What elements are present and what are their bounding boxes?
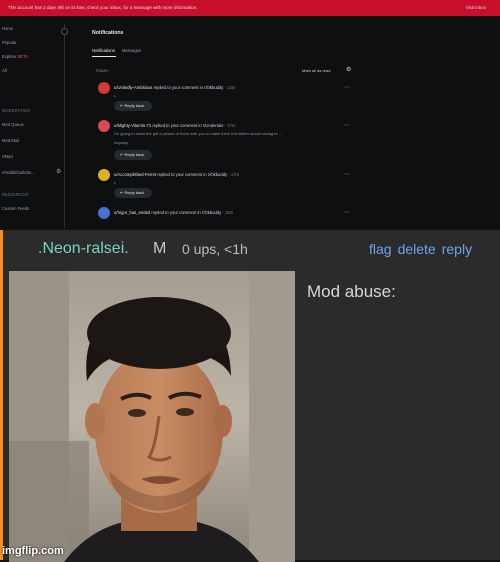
comment-text: Mod abuse: [307, 282, 396, 301]
mod-badge: M [153, 240, 167, 257]
collapse-sidebar-icon[interactable] [61, 28, 68, 35]
notification-body: L [114, 93, 117, 98]
selfie-photo [9, 271, 295, 562]
active-tab-indicator [92, 56, 116, 57]
notification-action: replied to your comment in r/Okbuddy [151, 210, 222, 215]
notification-text: u/Mighty-Vitamin-71 replied to your comm… [114, 123, 235, 128]
sidebar-item-all[interactable]: All [2, 68, 7, 73]
more-options-icon[interactable]: ⋯ [344, 209, 350, 216]
visit-inbox-button[interactable]: Visit inbox [466, 5, 486, 10]
notification-time: · 18m [222, 210, 234, 215]
comment-image [9, 271, 295, 562]
reply-label: Reply back [124, 103, 145, 108]
delete-link[interactable]: delete [398, 241, 436, 257]
notification-time: · 13m [224, 85, 236, 90]
sidebar-section-moderation: MODERATION [2, 108, 31, 113]
sidebar: Home Popular Explore BETA All MODERATION… [0, 16, 64, 228]
notification-body-line2: Anyway [114, 140, 129, 145]
tabs: Notifications Messages [92, 48, 147, 53]
sidebar-item-home[interactable]: Home [2, 26, 13, 31]
reply-link[interactable]: reply [442, 241, 472, 257]
notification-user: u/Mighty-Vitamin-71 [114, 123, 152, 128]
notification-action: replied to your comment in r/Undertale [152, 123, 224, 128]
reply-label: Reply back [124, 190, 145, 195]
sidebar-item-mod-queue[interactable]: Mod Queue [2, 122, 24, 127]
tab-messages[interactable]: Messages [122, 48, 141, 53]
comment-accent-bar [0, 230, 3, 560]
page-title: Notifications [92, 30, 124, 36]
reply-back-button[interactable]: ↩ Reply back [114, 188, 152, 198]
sidebar-item-explore[interactable]: Explore BETA [2, 54, 28, 59]
avatar [98, 120, 110, 132]
notification-time: · 17m [224, 123, 236, 128]
mark-all-read-button[interactable]: Mark all as read [302, 68, 330, 73]
avatar [98, 207, 110, 219]
settings-icon[interactable]: ⚙ [346, 66, 351, 73]
sidebar-item-mod-mail[interactable]: Mod Mail [2, 138, 19, 143]
ban-banner-message: This account has 2 days left on its ban;… [8, 5, 198, 10]
more-options-icon[interactable]: ⋯ [344, 122, 350, 129]
gear-icon[interactable]: ⚙ [56, 168, 61, 175]
notification-action: replied to your comment in r/Okbuddy [157, 172, 228, 177]
notification-body: I'm going to show the girl a picture of … [114, 131, 282, 136]
imgflip-comment: .Neon-ralsei. M 0 ups, <1h flag delete rep… [0, 228, 500, 562]
reply-back-button[interactable]: ↩ Reply back [114, 101, 152, 111]
reddit-notifications-screenshot: This account has 2 days left on its ban;… [0, 0, 500, 228]
comment-username[interactable]: .Neon-ralsei. [38, 240, 129, 258]
comment-actions: flag delete reply [369, 241, 478, 257]
flag-link[interactable]: flag [369, 241, 392, 257]
avatar [98, 169, 110, 181]
notification-text: u/Unitedly-Ambitious replied to your com… [114, 85, 235, 90]
tab-notifications[interactable]: Notifications [92, 48, 115, 53]
ban-banner: This account has 2 days left on its ban;… [0, 0, 500, 16]
notification-user: u/Accomplished-Ferret [114, 172, 157, 177]
avatar [98, 82, 110, 94]
reply-label: Reply back [124, 152, 145, 157]
comment-meta: 0 ups, <1h [182, 241, 248, 257]
more-options-icon[interactable]: ⋯ [344, 84, 350, 91]
sidebar-item-popular[interactable]: Popular [2, 40, 16, 45]
notification-action: replied to your comment in r/Okbuddy [153, 85, 224, 90]
notification-time: · 17m [228, 172, 240, 177]
more-options-icon[interactable]: ⋯ [344, 171, 350, 178]
sidebar-section-resources: RESOURCES [2, 192, 29, 197]
notification-user: u/Unitedly-Ambitious [114, 85, 153, 90]
imgflip-watermark: imgflip.com [2, 545, 64, 557]
sidebar-item-custom-feeds[interactable]: Custom Feeds [2, 206, 29, 211]
sidebar-item-community[interactable]: r/redditcharlotte... [2, 170, 35, 175]
sidebar-item-r-mod[interactable]: r/Mod [2, 154, 13, 159]
reply-back-button[interactable]: ↩ Reply back [114, 150, 152, 160]
today-label: TODAY [95, 68, 109, 73]
notification-text: u/Vigor_has_ended replied to your commen… [114, 210, 233, 215]
notification-user: u/Vigor_has_ended [114, 210, 151, 215]
beta-badge: BETA [17, 54, 29, 59]
notification-body: L [114, 180, 117, 185]
sidebar-divider [64, 24, 65, 228]
sidebar-item-label: Explore [2, 54, 17, 59]
notification-text: u/Accomplished-Ferret replied to your co… [114, 172, 239, 177]
